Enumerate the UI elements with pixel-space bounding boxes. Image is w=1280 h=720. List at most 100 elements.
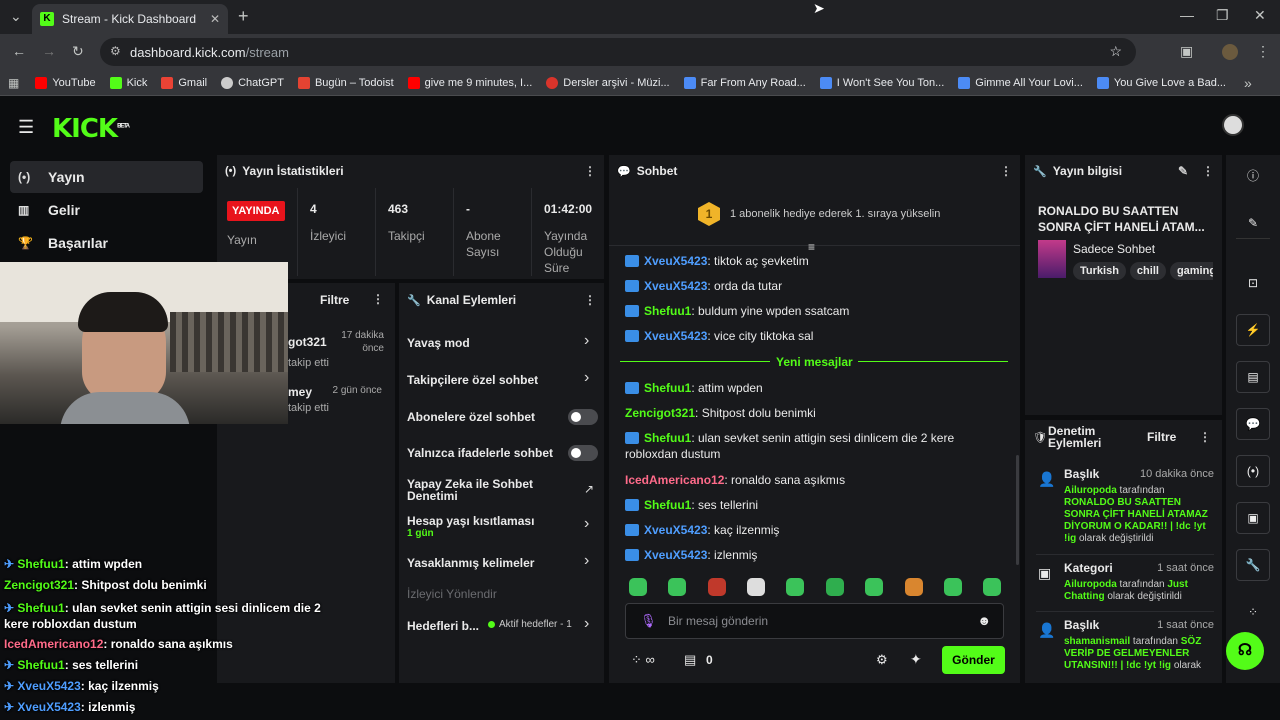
back-icon[interactable]: ← [12, 43, 26, 59]
chevron-right-icon[interactable]: › [584, 552, 589, 570]
goals-label[interactable]: Hedefleri b... [407, 619, 479, 633]
bookmark-item[interactable]: Gimme All Your Lovi... [958, 76, 1083, 89]
bookmark-item[interactable]: Far From Any Road... [683, 76, 806, 89]
settings-gear-icon[interactable]: ⚙ [876, 652, 888, 668]
bookmark-item[interactable]: give me 9 minutes, I... [407, 76, 532, 89]
support-headset-icon[interactable]: ☊ [1226, 632, 1264, 670]
chevron-right-icon[interactable]: › [584, 332, 589, 350]
chat-input[interactable]: 🎙 Bir mesaj gönderin ☻ [625, 603, 1004, 639]
category-name[interactable]: Sadece Sohbet [1073, 242, 1155, 256]
user-avatar[interactable] [1222, 114, 1244, 136]
bookmark-item[interactable]: Kick [109, 76, 147, 89]
more-options-icon[interactable]: ⋮ [372, 292, 384, 306]
profile-avatar[interactable] [1222, 44, 1238, 60]
banned-words-label[interactable]: Yasaklanmış kelimeler [407, 556, 534, 570]
slow-mode-label[interactable]: Yavaş mod [407, 336, 470, 350]
emote-icon[interactable] [629, 578, 647, 596]
ai-moderation-label[interactable]: Yapay Zeka ile Sohbet Denetimi [407, 478, 547, 502]
more-options-icon[interactable]: ⋮ [584, 293, 596, 307]
bookmark-item[interactable]: Gmail [161, 76, 207, 89]
emote-icon[interactable] [865, 578, 883, 596]
camera-icon[interactable]: ▣ [1236, 502, 1270, 534]
emote-icon[interactable] [786, 578, 804, 596]
emote-icon[interactable] [826, 578, 844, 596]
pinned-toggle-icon[interactable]: ≡ [808, 240, 815, 254]
info-icon[interactable]: ⓘ [1236, 160, 1270, 192]
tab-list-icon[interactable]: ⌄ [10, 8, 22, 25]
gift-banner-text[interactable]: 1 abonelik hediye ederek 1. sıraya yükse… [730, 208, 940, 220]
browser-tab[interactable]: K Stream - Kick Dashboard ✕ [32, 4, 228, 34]
emote-icon[interactable] [944, 578, 962, 596]
activity-filter-button[interactable]: Filtre [320, 293, 349, 307]
more-options-icon[interactable]: ⋮ [1199, 430, 1211, 444]
reload-icon[interactable]: ↻ [72, 43, 84, 60]
emote-icon[interactable] [668, 578, 686, 596]
emote-icon[interactable] [905, 578, 923, 596]
kick-logo[interactable]: KICKBETA [52, 114, 130, 144]
subs-label: Abone Sayısı [466, 229, 501, 259]
points-icon[interactable]: ⁘ [1236, 596, 1270, 628]
emote-icon[interactable] [983, 578, 1001, 596]
more-options-icon[interactable]: ⋮ [1000, 164, 1012, 178]
external-link-icon[interactable]: ↗ [584, 482, 594, 496]
close-window-icon[interactable]: ✕ [1254, 7, 1266, 24]
broadcast-icon[interactable]: (•) [1236, 455, 1270, 487]
moderation-item: 👤 Başlık 1 saat önce shamanismail tarafı… [1038, 618, 1214, 671]
emote-icon[interactable] [708, 578, 726, 596]
url-input[interactable]: ⚙ dashboard.kick.com/stream ☆ [100, 38, 1136, 66]
apps-grid-icon[interactable]: ▦ [8, 76, 19, 90]
chrome-menu-icon[interactable]: ⋮ [1256, 43, 1270, 60]
more-options-icon[interactable]: ⋮ [584, 164, 596, 178]
gift-icon[interactable]: ▤ [684, 652, 696, 668]
nav-item-yayin[interactable]: (•) Yayın [10, 161, 203, 193]
emote-icon[interactable] [747, 578, 765, 596]
nav-item-gelir[interactable]: ▥ Gelir [10, 194, 203, 226]
chevron-right-icon[interactable]: › [584, 515, 589, 533]
screenshot-icon[interactable]: ⊡ [1236, 267, 1270, 299]
lightning-icon[interactable]: ⚡ [1236, 314, 1270, 346]
followers-chat-label[interactable]: Takipçilere özel sohbet [407, 373, 538, 387]
bookmark-item[interactable]: You Give Love a Bad... [1096, 76, 1226, 89]
chevron-right-icon[interactable]: › [584, 615, 589, 633]
bookmark-item[interactable]: I Won't See You Ton... [819, 76, 944, 89]
account-age-label[interactable]: Hesap yaşı kısıtlaması [407, 514, 534, 528]
divider [297, 188, 298, 276]
microphone-icon[interactable]: 🎙 [640, 613, 657, 629]
tag[interactable]: gaming [1169, 262, 1213, 280]
forward-icon[interactable]: → [42, 43, 56, 59]
send-button[interactable]: Gönder [942, 646, 1005, 674]
chevron-right-icon[interactable]: › [584, 369, 589, 387]
bookmark-item[interactable]: ChatGPT [221, 76, 284, 89]
chat-scrollbar[interactable] [1016, 455, 1019, 565]
wrench-icon[interactable]: 🔧 [1236, 549, 1270, 581]
more-bookmarks-icon[interactable]: » [1244, 75, 1252, 91]
minimize-icon[interactable]: — [1180, 7, 1194, 23]
redirect-label[interactable]: İzleyici Yönlendir [407, 587, 497, 601]
points-icon[interactable]: ⁘ ∞ [631, 652, 655, 668]
bookmark-star-icon[interactable]: ☆ [1109, 43, 1122, 60]
edit-pencil-icon[interactable]: ✎ [1178, 164, 1188, 178]
bookmark-item[interactable]: YouTube [35, 76, 96, 89]
maximize-icon[interactable]: ❐ [1216, 7, 1229, 24]
chat-bubble-icon[interactable]: 💬 [1236, 408, 1270, 440]
bookmark-item[interactable]: Dersler arşivi - Müzi... [546, 76, 670, 89]
tag[interactable]: Turkish [1073, 262, 1126, 280]
more-options-icon[interactable]: ⋮ [1202, 164, 1214, 178]
edit-icon[interactable]: ✎ [1236, 207, 1270, 239]
hamburger-menu-icon[interactable]: ☰ [18, 117, 34, 138]
close-tab-icon[interactable]: ✕ [210, 12, 220, 26]
moderation-filter-button[interactable]: Filtre [1147, 430, 1176, 444]
puzzle-icon[interactable]: ✦ [910, 651, 922, 668]
tag[interactable]: chill [1129, 262, 1166, 280]
bookmark-item[interactable]: Bugün – Todoist [297, 76, 394, 89]
extensions-icon[interactable]: ▣ [1180, 43, 1193, 60]
site-info-icon[interactable]: ⚙ [110, 44, 121, 58]
emoji-picker-icon[interactable]: ☻ [977, 613, 991, 628]
emote-chat-toggle[interactable] [568, 445, 598, 461]
category-thumbnail[interactable] [1038, 240, 1066, 278]
subs-chat-toggle[interactable] [568, 409, 598, 425]
new-tab-icon[interactable]: + [238, 6, 249, 27]
overlay-chat-message: ✈ Shefuu1: ses tellerini [4, 658, 139, 672]
notes-icon[interactable]: ▤ [1236, 361, 1270, 393]
nav-item-basarilar[interactable]: 🏆 Başarılar [10, 227, 203, 259]
